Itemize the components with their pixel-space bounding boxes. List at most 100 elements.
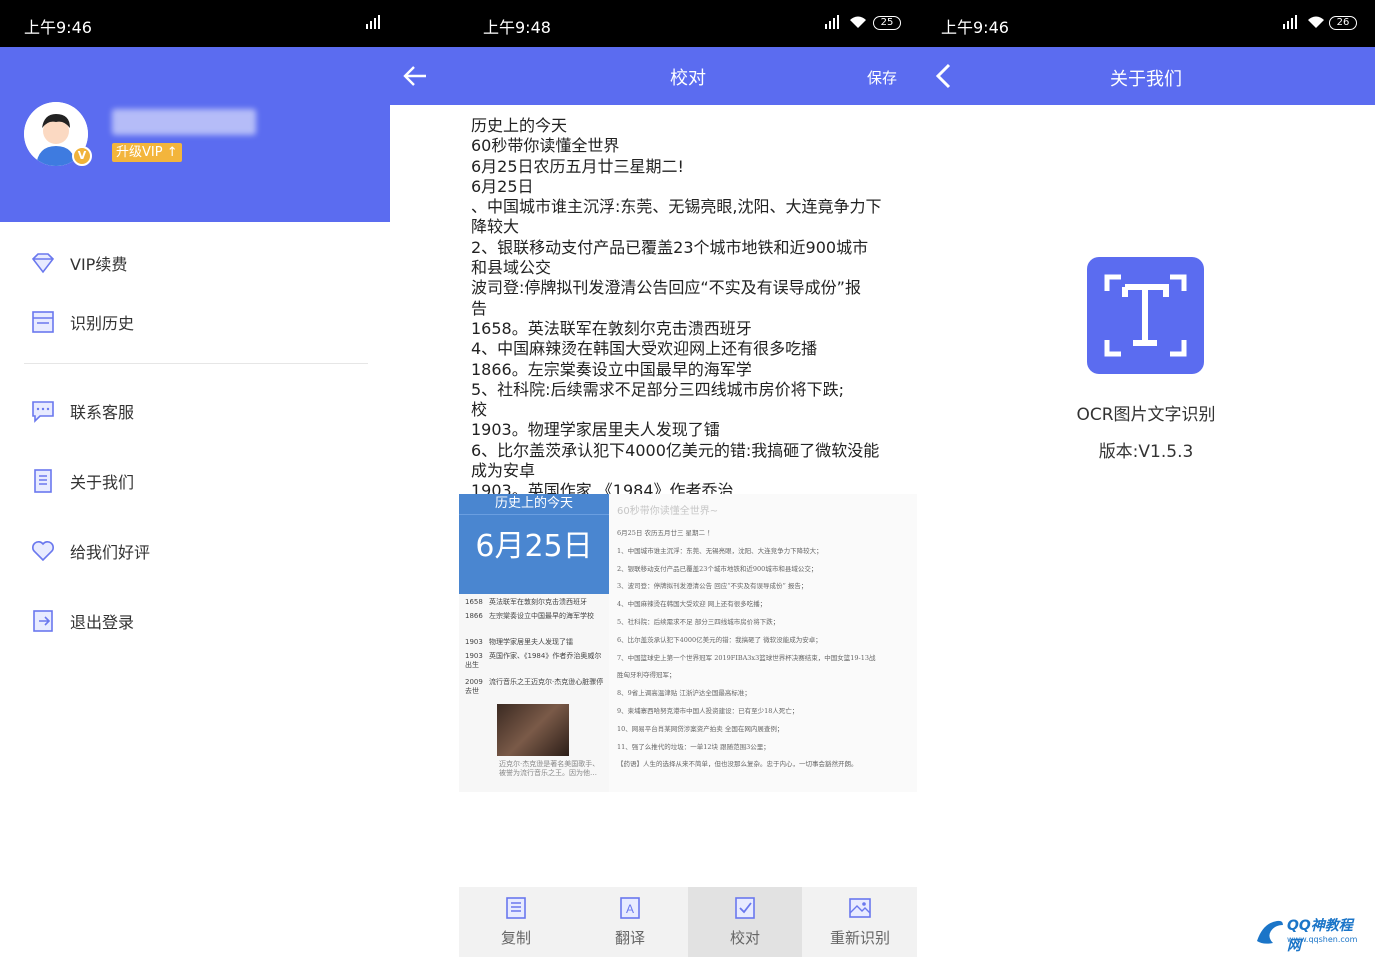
ocr-line: 1866。左宗棠奏设立中国最早的海军学	[471, 359, 752, 379]
preview-right-line: 3、波司登：停牌拟刊发澄清公告 回应“不实及有误导成份” 报告；	[617, 582, 808, 591]
upgrade-vip-button[interactable]: 升级VIP ↑	[112, 143, 182, 162]
ocr-line: 成为安卓	[471, 461, 536, 481]
ocr-line: 1903。英国作家 《1984》作者乔治	[471, 481, 734, 494]
preview-event: 1866 左宗棠奏设立中国最早的海军学校	[465, 612, 605, 621]
preview-right-lines: 6月25日 农历五月廿三 星期二 ！ 1、中国城市谁主沉浮：东莞、无锡亮眼，沈阳、…	[617, 525, 909, 774]
watermark-url: www.qqshen.com	[1287, 935, 1358, 944]
preview-photo-caption: 迈克尔·杰克逊是著名美国歌手、被誉为流行音乐之王。因为他…	[499, 760, 600, 777]
menu-item-history[interactable]: 识别历史	[30, 307, 370, 337]
status-time: 上午9:46	[941, 18, 1009, 37]
preview-right-title: 60秒带你读懂全世界~	[617, 506, 719, 517]
menu-label: VIP续费	[70, 255, 128, 274]
ocr-line: 1658。英法联军在敦刻尔克击溃西班牙	[471, 318, 752, 338]
tab-proofread[interactable]: 校对	[688, 887, 802, 957]
app-logo-icon	[1087, 257, 1204, 374]
preview-date: 6月25日	[459, 514, 609, 594]
preview-right-line: 6、比尔盖茨承认犯下4000亿美元的错：我搞砸了 微软没能成为安卓；	[617, 635, 822, 644]
signal-icon	[825, 15, 839, 29]
tab-label: 翻译	[614, 929, 645, 947]
wifi-icon	[1308, 16, 1324, 28]
chat-icon	[32, 401, 54, 423]
app-version: 版本:V1.5.3	[1098, 442, 1194, 462]
status-bar: 上午9:46 26	[917, 0, 1375, 47]
preview-event-text: 英法联军在敦刻尔克击溃西班牙	[489, 598, 587, 606]
wifi-icon	[850, 16, 866, 28]
about-screen: 上午9:46 26 关于我们 OCR图片文字识别 版本:V1.5.3 QQ神教程…	[917, 0, 1375, 957]
menu-item-rate-us[interactable]: 给我们好评	[30, 536, 370, 566]
history-icon	[32, 311, 54, 333]
back-arrow-icon[interactable]	[402, 63, 428, 89]
status-bar: 上午9:48 25	[459, 0, 917, 47]
preview-right-line: 9、柬埔寨西哈努克港市中国人投资建设：已有至少18人死亡；	[617, 706, 799, 715]
ocr-line: 60秒带你读懂全世界	[471, 136, 620, 156]
source-image-preview: 历史上的今天 6月25日 1658 英法联军在敦刻尔克击溃西班牙 1866 左宗棠奏设…	[459, 494, 917, 792]
preview-right-line: 7、中国篮球史上第一个世界冠军 2019FIBA3x3篮球世界杯决赛结束，中国女…	[617, 653, 876, 662]
tab-label: 复制	[500, 929, 531, 947]
toolbar-gap	[390, 47, 459, 105]
text-scan-icon	[1104, 274, 1187, 357]
menu-item-logout[interactable]: 退出登录	[30, 606, 370, 636]
username-blurred	[112, 109, 256, 135]
re-recognize-icon	[849, 898, 871, 918]
ocr-line: 2、银联移动支付产品已覆盖23个城市地铁和近900城市	[471, 237, 869, 257]
menu-item-contact-support[interactable]: 联系客服	[30, 396, 370, 426]
preview-right-line: 10、网易平台肖某网贷涉案资产拍卖 全国在网内展查例；	[617, 724, 784, 733]
page-title: 校对	[670, 68, 706, 89]
preview-right-line: 【药语】人生的选择从来不简单，但也没那么复杂。忠于内心，一切事会豁然开朗。	[617, 760, 858, 769]
preview-event: 1658 英法联军在敦刻尔克击溃西班牙	[465, 598, 605, 607]
save-button[interactable]: 保存	[867, 67, 897, 88]
vip-badge-icon: V	[72, 146, 92, 166]
copy-icon	[506, 897, 526, 919]
ocr-line: 4、中国麻辣烫在韩国大受欢迎网上还有很多吃播	[471, 339, 818, 359]
ocr-line: 和县域公交	[471, 258, 552, 278]
heart-icon	[32, 541, 54, 562]
preview-event-year: 1903	[465, 638, 483, 646]
preview-right-line: 6月25日 农历五月廿三 星期二 ！	[617, 529, 714, 537]
ocr-line: 6月25日农历五月廿三星期二!	[471, 156, 684, 176]
logout-icon	[33, 610, 53, 632]
status-bar: 上午9:46 27	[0, 0, 390, 47]
battery-indicator: 26	[1329, 16, 1357, 30]
menu-divider	[24, 363, 368, 364]
status-time: 上午9:48	[483, 18, 551, 37]
ocr-line: 6月25日	[471, 176, 534, 196]
menu-label: 联系客服	[70, 403, 135, 422]
ocr-line: 告	[471, 298, 488, 318]
ocr-line: 5、社科院:后续需求不足部分三四线城市房价将下跌;	[471, 379, 844, 399]
menu-label: 退出登录	[70, 613, 135, 632]
toolbar: 关于我们	[917, 47, 1375, 105]
preview-photo	[497, 704, 569, 756]
tab-re-recognize[interactable]: 重新识别	[803, 887, 917, 957]
bottom-tab-bar: 复制 A 翻译 校对 重新识别	[459, 887, 917, 957]
signal-icon	[366, 15, 380, 29]
dragon-logo-icon	[1257, 920, 1283, 944]
preview-right-line: 5、社科院：后续需求不足 部分三四线城市房价将下跌；	[617, 617, 780, 626]
tab-label: 重新识别	[829, 929, 890, 947]
menu-item-about-us[interactable]: 关于我们	[30, 466, 370, 496]
preview-right-line: 4、中国麻辣烫在韩国大受欢迎 网上还有很多吃播；	[617, 600, 767, 609]
proofread-icon	[735, 897, 755, 919]
preview-event-year: 2009	[465, 678, 483, 686]
status-time: 上午9:46	[24, 18, 92, 37]
ocr-line: 波司登:停牌拟刊发澄清公告回应“不实及有误导成份”报	[471, 278, 861, 298]
preview-event: 2009 流行音乐之王迈克尔·杰克逊心脏骤停去世	[465, 678, 605, 696]
ocr-line: 、中国城市谁主沉浮:东莞、无锡亮眼,沈阳、大连竟争力下	[471, 197, 882, 217]
profile-screen: 上午9:46 27 V 升级VIP ↑ VIP续费	[0, 0, 390, 957]
menu-item-vip-renew[interactable]: VIP续费	[30, 248, 370, 278]
ocr-text-editor[interactable]: 历史上的今天 60秒带你读懂全世界 6月25日农历五月廿三星期二! 6月25日 、中国城…	[471, 116, 907, 494]
preview-right-line: 8、9省上调高温津贴 江浙沪达全国最高标准；	[617, 689, 751, 698]
svg-text:A: A	[626, 902, 634, 916]
preview-event-text: 物理学家居里夫人发现了镭	[489, 638, 573, 646]
preview-header: 历史上的今天	[459, 494, 609, 514]
profile-header: V 升级VIP ↑	[0, 47, 390, 222]
translate-icon: A	[620, 897, 640, 919]
tab-copy[interactable]: 复制	[459, 887, 573, 957]
preview-right-line: 2、银联移动支付产品已覆盖23个城市地铁和近900城市和县域公交；	[617, 564, 818, 573]
menu-label: 识别历史	[70, 314, 135, 333]
signal-icon	[1283, 15, 1297, 29]
menu-label: 关于我们	[70, 473, 135, 492]
menu-label: 给我们好评	[70, 543, 151, 562]
preview-left-panel: 历史上的今天 6月25日 1658 英法联军在敦刻尔克击溃西班牙 1866 左宗棠奏设…	[459, 494, 609, 792]
tab-translate[interactable]: A 翻译	[573, 887, 687, 957]
app-name: OCR图片文字识别	[1076, 405, 1216, 425]
